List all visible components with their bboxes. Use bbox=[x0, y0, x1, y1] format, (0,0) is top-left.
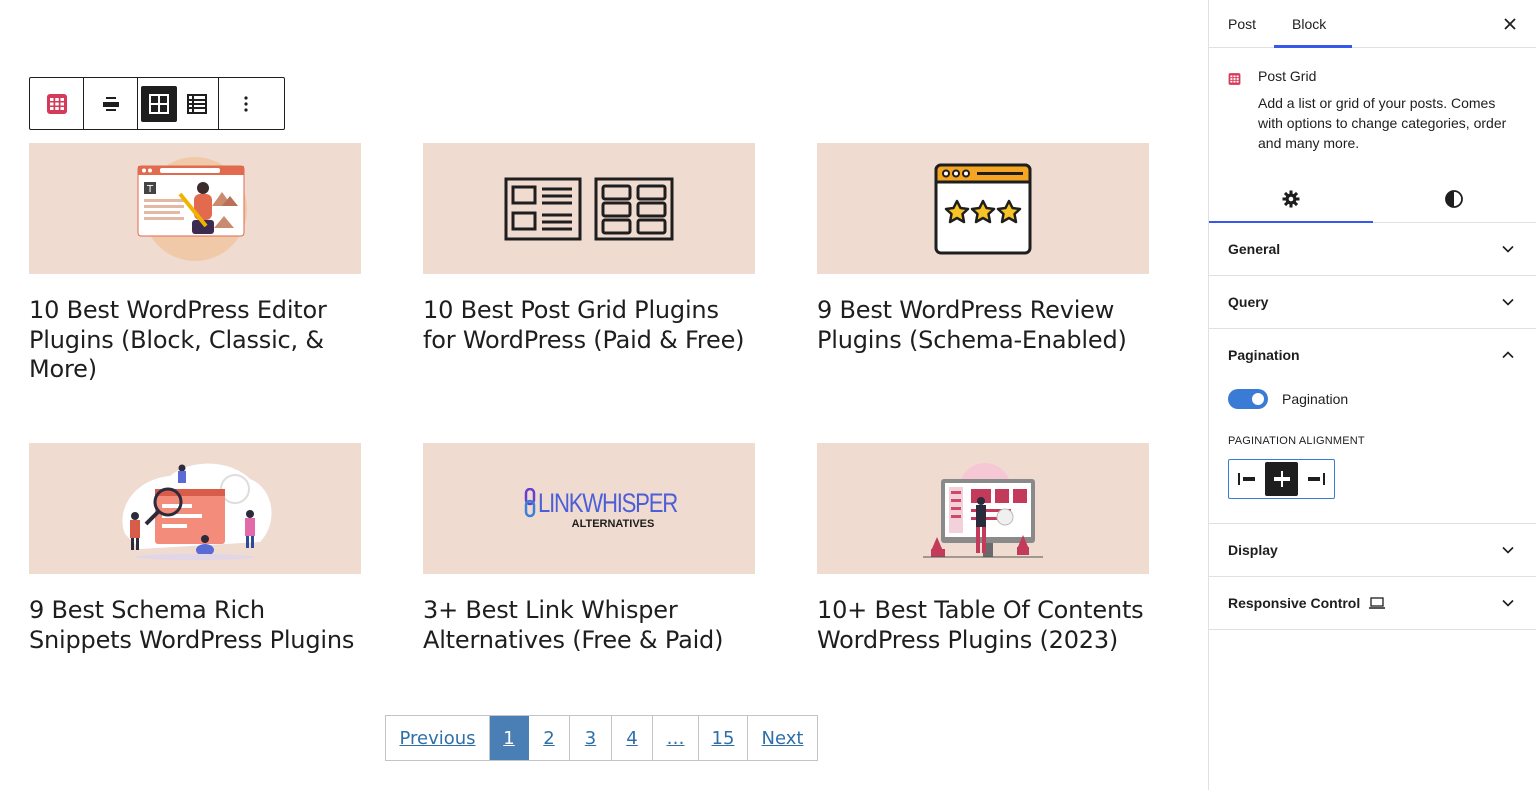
panel-responsive-toggle[interactable]: Responsive Control bbox=[1209, 577, 1536, 629]
align-icon bbox=[102, 96, 119, 111]
pagination-page-4[interactable]: 4 bbox=[612, 716, 653, 760]
panel-display: Display bbox=[1209, 524, 1536, 577]
align-button[interactable] bbox=[84, 78, 137, 129]
panel-pagination: Pagination Pagination Pagination Alignme… bbox=[1209, 329, 1536, 524]
tab-styles[interactable] bbox=[1373, 175, 1536, 222]
review-stars-illustration bbox=[934, 163, 1032, 254]
chevron-down-icon bbox=[1502, 245, 1514, 253]
chevron-down-icon bbox=[1502, 298, 1514, 306]
toc-illustration bbox=[923, 462, 1043, 557]
pagination-toggle[interactable] bbox=[1228, 389, 1268, 409]
post-thumbnail[interactable] bbox=[817, 143, 1149, 274]
post-thumbnail[interactable] bbox=[29, 443, 361, 574]
panel-general: General bbox=[1209, 223, 1536, 276]
align-right-button[interactable] bbox=[1298, 462, 1332, 496]
grid-view-icon bbox=[149, 93, 169, 114]
pagination-page-15[interactable]: 15 bbox=[699, 716, 748, 760]
chevron-up-icon bbox=[1502, 351, 1514, 359]
panel-query: Query bbox=[1209, 276, 1536, 329]
panel-pagination-body: Pagination Pagination Alignment bbox=[1209, 381, 1536, 523]
close-sidebar-button[interactable] bbox=[1496, 10, 1524, 38]
pagination-page-3[interactable]: 3 bbox=[570, 716, 612, 760]
grid-layout-illustration bbox=[504, 177, 674, 240]
logo-subtitle: ALTERNATIVES bbox=[571, 517, 655, 530]
post-title[interactable]: 10 Best Post Grid Plugins for WordPress … bbox=[423, 296, 755, 355]
post-card: LINKWHISPER ALTERNATIVES 3+ Best Link Wh… bbox=[423, 443, 755, 655]
block-description: Add a list or grid of your posts. Comes … bbox=[1258, 95, 1507, 151]
block-toolbar bbox=[29, 77, 285, 130]
link-whisper-logo: LINKWHISPER ALTERNATIVES bbox=[524, 487, 678, 530]
chevron-down-icon bbox=[1502, 599, 1514, 607]
tab-block[interactable]: Block bbox=[1274, 0, 1353, 48]
pagination-next[interactable]: Next bbox=[748, 716, 817, 760]
post-thumbnail[interactable] bbox=[817, 443, 1149, 574]
post-grid-icon bbox=[46, 93, 67, 114]
post-card: 10+ Best Table Of Contents WordPress Plu… bbox=[817, 443, 1149, 655]
laptop-icon bbox=[1369, 597, 1386, 609]
pagination: Previous 1 2 3 4 … 15 Next bbox=[385, 715, 818, 761]
schema-team-illustration bbox=[122, 463, 272, 560]
post-title[interactable]: 9 Best Schema Rich Snippets WordPress Pl… bbox=[29, 596, 361, 655]
chevron-down-icon bbox=[1502, 546, 1514, 554]
sidebar-tabs: Post Block bbox=[1209, 0, 1536, 48]
editor-illustration: T bbox=[137, 156, 247, 261]
panel-query-toggle[interactable]: Query bbox=[1209, 276, 1536, 328]
pagination-page-1[interactable]: 1 bbox=[490, 716, 529, 760]
post-title[interactable]: 3+ Best Link Whisper Alternatives (Free … bbox=[423, 596, 755, 655]
post-card: T 10 Best WordPress Editor Plugins (Bloc… bbox=[29, 143, 361, 385]
logo-text: LINKWHISPER bbox=[538, 487, 678, 518]
pagination-ellipsis: … bbox=[653, 716, 699, 760]
block-inspector-tabs bbox=[1209, 175, 1536, 223]
panel-responsive: Responsive Control bbox=[1209, 577, 1536, 630]
align-center-button[interactable] bbox=[1264, 462, 1299, 496]
post-card: 10 Best Post Grid Plugins for WordPress … bbox=[423, 143, 755, 355]
pagination-alignment-label: Pagination Alignment bbox=[1228, 435, 1365, 447]
list-view-button[interactable] bbox=[178, 78, 216, 129]
post-card: 9 Best Schema Rich Snippets WordPress Pl… bbox=[29, 443, 361, 655]
panel-display-toggle[interactable]: Display bbox=[1209, 524, 1536, 576]
pagination-alignment-control bbox=[1228, 459, 1335, 499]
panel-title: General bbox=[1228, 241, 1281, 257]
justify-center-icon bbox=[1273, 471, 1290, 487]
align-left-button[interactable] bbox=[1231, 462, 1265, 496]
panel-title: Responsive Control bbox=[1228, 595, 1361, 611]
post-thumbnail[interactable]: T bbox=[29, 143, 361, 274]
block-card: Post Grid Add a list or grid of your pos… bbox=[1209, 48, 1536, 153]
more-options-button[interactable] bbox=[219, 78, 272, 129]
editor-canvas: T 10 Best WordPress Editor Plugins (Bloc… bbox=[0, 0, 1208, 790]
styles-contrast-icon bbox=[1445, 189, 1464, 208]
close-icon bbox=[1504, 18, 1516, 30]
post-title[interactable]: 10+ Best Table Of Contents WordPress Plu… bbox=[817, 596, 1149, 655]
list-view-icon bbox=[187, 93, 207, 114]
panel-title: Query bbox=[1228, 294, 1269, 310]
pagination-toggle-row: Pagination bbox=[1228, 385, 1520, 413]
post-grid-icon bbox=[1228, 73, 1241, 85]
post-title[interactable]: 9 Best WordPress Review Plugins (Schema-… bbox=[817, 296, 1149, 355]
pagination-previous[interactable]: Previous bbox=[386, 716, 490, 760]
tab-settings[interactable] bbox=[1209, 175, 1373, 223]
pagination-page-2[interactable]: 2 bbox=[529, 716, 570, 760]
post-thumbnail[interactable]: LINKWHISPER ALTERNATIVES bbox=[423, 443, 755, 574]
panel-general-toggle[interactable]: General bbox=[1209, 223, 1536, 275]
svg-text:T: T bbox=[146, 184, 154, 195]
pagination-toggle-label: Pagination bbox=[1282, 391, 1349, 407]
panel-pagination-toggle[interactable]: Pagination bbox=[1209, 329, 1536, 381]
grid-view-button[interactable] bbox=[140, 78, 178, 129]
justify-left-icon bbox=[1237, 473, 1255, 485]
post-thumbnail[interactable] bbox=[423, 143, 755, 274]
settings-gear-icon bbox=[1282, 190, 1300, 207]
link-chain-icon bbox=[524, 488, 536, 518]
panel-title: Display bbox=[1228, 542, 1278, 558]
post-grid-block-icon[interactable] bbox=[30, 78, 83, 129]
justify-right-icon bbox=[1308, 473, 1326, 485]
panel-title: Pagination bbox=[1228, 347, 1300, 363]
settings-sidebar: Post Block Post Grid Add a list or grid … bbox=[1208, 0, 1536, 790]
post-card: 9 Best WordPress Review Plugins (Schema-… bbox=[817, 143, 1149, 355]
more-options-icon bbox=[243, 95, 248, 112]
post-title[interactable]: 10 Best WordPress Editor Plugins (Block,… bbox=[29, 296, 361, 385]
block-title: Post Grid bbox=[1258, 68, 1317, 84]
tab-post[interactable]: Post bbox=[1209, 0, 1274, 47]
